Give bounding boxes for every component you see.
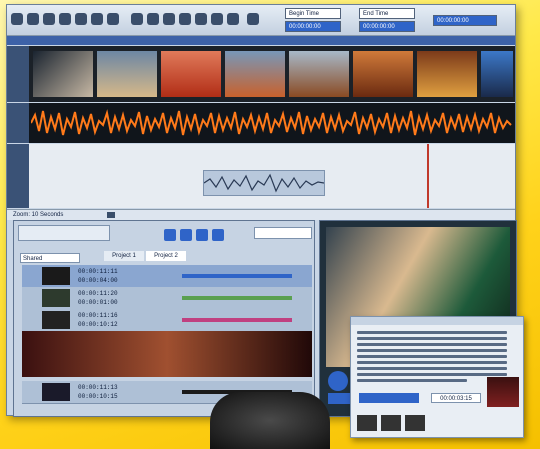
zoom-label: Zoom: 10 Seconds	[13, 212, 64, 218]
video-track[interactable]	[7, 46, 515, 102]
document-text-line	[357, 331, 507, 334]
document-thumbnail[interactable]	[381, 415, 401, 431]
end-timecode[interactable]: 00:00:00:00	[359, 21, 415, 32]
document-text-line	[357, 337, 507, 340]
video-thumbnail[interactable]	[481, 51, 513, 97]
clip-row[interactable]: 00:00:11:16 00:00:10:12	[22, 309, 312, 332]
clip-thumbnail	[42, 267, 70, 285]
clip-timecode: 00:00:11:20	[78, 290, 118, 297]
clip-preview-thumbnail[interactable]	[22, 331, 312, 377]
playhead[interactable]	[427, 144, 429, 208]
settings-icon[interactable]	[107, 13, 119, 25]
marker-icon[interactable]	[131, 13, 143, 25]
clip-thumbnail	[42, 383, 70, 401]
clip-browser-panel: Shared Project 1 Project 2 00:00:11:11 0…	[13, 220, 315, 417]
clip-timecode: 00:00:11:11	[78, 268, 118, 275]
browser-search-input[interactable]	[254, 227, 312, 239]
audio-waveform	[31, 109, 512, 136]
audio-track-header[interactable]	[7, 103, 29, 143]
zoom-slider-icon[interactable]	[107, 212, 115, 218]
document-text-line	[357, 373, 507, 376]
video-thumbnail[interactable]	[417, 51, 477, 97]
browser-tool-icon[interactable]	[180, 229, 192, 241]
document-timecode: 00:00:03:15	[431, 393, 481, 403]
clip-timecode: 00:00:11:16	[78, 312, 118, 319]
video-thumbnail[interactable]	[225, 51, 285, 97]
video-thumbnail[interactable]	[33, 51, 93, 97]
play-icon[interactable]	[328, 371, 348, 391]
clip-timeline-bar	[182, 274, 292, 278]
shared-filter-dropdown[interactable]: Shared	[20, 253, 80, 263]
end-time-dropdown[interactable]: End Time	[359, 8, 415, 19]
audio-track-2-header[interactable]	[7, 144, 29, 208]
clip-duration: 00:00:10:15	[78, 393, 118, 400]
document-text-line	[357, 343, 507, 346]
ripple-icon[interactable]	[195, 13, 207, 25]
browser-tool-icon[interactable]	[196, 229, 208, 241]
clip-row[interactable]: 00:00:11:20 00:00:01:00	[22, 287, 312, 310]
video-track-header[interactable]	[7, 46, 29, 102]
begin-timecode[interactable]: 00:00:00:00	[285, 21, 341, 32]
clip-thumbnail	[42, 289, 70, 307]
browser-tool-icon[interactable]	[164, 229, 176, 241]
slide-icon[interactable]	[227, 13, 239, 25]
document-thumbnail[interactable]	[487, 377, 519, 407]
document-text-line	[357, 367, 507, 370]
video-thumbnail[interactable]	[161, 51, 221, 97]
zoom-bar: Zoom: 10 Seconds	[7, 209, 515, 220]
video-thumbnail[interactable]	[353, 51, 413, 97]
roll-icon[interactable]	[211, 13, 223, 25]
document-text-line	[357, 355, 507, 358]
duration-timecode[interactable]: 00:00:00:00	[433, 15, 497, 26]
toolbar: Begin Time 00:00:00:00 End Time 00:00:00…	[7, 5, 515, 36]
clip-duration: 00:00:04:00	[78, 277, 118, 284]
clip-timecode: 00:00:11:13	[78, 384, 118, 391]
document-text-line	[357, 349, 507, 352]
razor-icon[interactable]	[147, 13, 159, 25]
video-thumbnail[interactable]	[289, 51, 349, 97]
document-thumbnail[interactable]	[357, 415, 377, 431]
text-tool-icon[interactable]	[247, 13, 259, 25]
tab-project-1[interactable]: Project 1	[104, 251, 144, 261]
camera-object	[210, 392, 330, 449]
audio-track-2[interactable]	[7, 144, 515, 208]
zoom-out-icon[interactable]	[59, 13, 71, 25]
document-thumbnail[interactable]	[405, 415, 425, 431]
clip-thumbnail	[42, 311, 70, 329]
audio-track-1[interactable]	[7, 103, 515, 143]
redo-icon[interactable]	[27, 13, 39, 25]
audio-clip-waveform	[203, 173, 325, 193]
document-title-bar	[351, 317, 523, 325]
zoom-fit-icon[interactable]	[75, 13, 87, 25]
document-text-line	[357, 361, 507, 364]
zoom-in-icon[interactable]	[43, 13, 55, 25]
clip-row[interactable]: 00:00:11:11 00:00:04:00	[22, 265, 312, 288]
audio-clip[interactable]	[203, 170, 325, 196]
clip-timeline-bar	[182, 296, 292, 300]
browser-tool-icon[interactable]	[212, 229, 224, 241]
browser-filter-field[interactable]	[18, 225, 110, 241]
document-text-line	[357, 379, 467, 382]
clip-duration: 00:00:01:00	[78, 299, 118, 306]
document-window: 00:00:03:15	[350, 316, 524, 438]
slip-icon[interactable]	[179, 13, 191, 25]
video-thumbnail[interactable]	[97, 51, 157, 97]
document-button[interactable]	[359, 393, 419, 403]
trim-icon[interactable]	[163, 13, 175, 25]
begin-time-dropdown[interactable]: Begin Time	[285, 8, 341, 19]
clip-duration: 00:00:10:12	[78, 321, 118, 328]
tab-project-2[interactable]: Project 2	[146, 251, 186, 261]
undo-icon[interactable]	[11, 13, 23, 25]
clip-timeline-bar	[182, 318, 292, 322]
print-icon[interactable]	[91, 13, 103, 25]
timeline-ruler[interactable]	[7, 36, 515, 45]
